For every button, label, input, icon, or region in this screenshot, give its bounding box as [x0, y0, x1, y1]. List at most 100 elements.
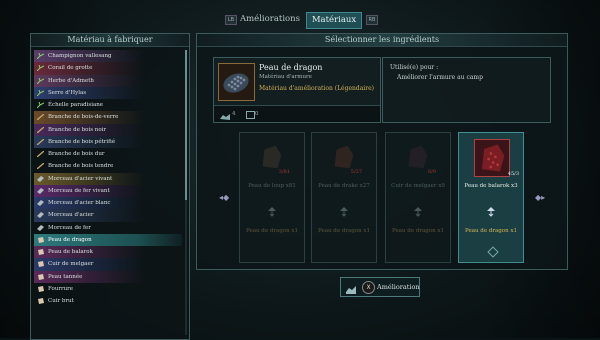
- material-list-item-label: Morceau d'acier blanc: [48, 200, 111, 206]
- material-stats: 4 0: [214, 105, 380, 122]
- material-list-item[interactable]: Peau de balarok: [34, 246, 182, 259]
- ingredients-title: Sélectionner les ingrédients: [197, 34, 567, 47]
- material-list-item[interactable]: Champignon vallesang: [34, 50, 182, 63]
- hide-icon: [37, 249, 44, 255]
- material-list-item[interactable]: Herbe d'Admeth: [34, 74, 182, 87]
- plant-icon: [37, 65, 44, 72]
- metal-icon: [37, 200, 44, 206]
- material-rarity: Matériau d'amélioration (Légendaire): [259, 85, 374, 92]
- material-list-item-label: Morceau d'acier vivant: [48, 175, 113, 182]
- material-list-item[interactable]: Cuir de melgaer: [34, 258, 182, 271]
- material-list-item[interactable]: Peau tannée: [34, 270, 182, 283]
- material-list-item[interactable]: Branche de bois noir: [34, 123, 182, 136]
- hide-icon: [37, 273, 44, 280]
- recipe-result: Peau de dragon x1: [465, 228, 517, 234]
- owned-icon: [220, 111, 230, 120]
- material-list-item-label: Peau de balarok: [48, 249, 93, 255]
- recipe-result: Peau de dragon x1: [392, 228, 444, 234]
- scrollbar[interactable]: [185, 50, 187, 335]
- usage-label: Utilisé(e) pour :: [390, 64, 439, 71]
- upgrade-button[interactable]: X Amélioration: [340, 277, 420, 297]
- lb-key-icon[interactable]: LB: [225, 15, 237, 25]
- recipe-card[interactable]: 3/81 Peau de loup x81 Peau de dragon x1: [239, 132, 305, 263]
- material-type: Matériau d'armure: [259, 74, 312, 80]
- upgrade-icon: [345, 281, 357, 294]
- recipe-card[interactable]: 6/9 Cuir de melgaer x9 Peau de dragon x1: [385, 132, 451, 263]
- material-list-item[interactable]: Échelle paradisiane: [34, 99, 182, 111]
- material-list-item[interactable]: Corail de grotte: [34, 62, 182, 75]
- ingredients-panel: Sélectionner les ingrédients Peau de dra…: [196, 33, 568, 270]
- recipe-card[interactable]: 5/27 Peau de drake x27 Peau de dragon x1: [311, 132, 377, 263]
- material-list-item[interactable]: Morceau d'acier vivant: [34, 172, 182, 185]
- ingredient-count: 3/81: [278, 169, 290, 175]
- material-list-item-label: Branche de bois noir: [48, 126, 107, 133]
- metal-icon: [37, 187, 44, 194]
- material-list-panel: Matériau à fabriquer Champignon vallesan…: [30, 33, 190, 340]
- material-list-item-label: Cuir brut: [48, 298, 74, 304]
- ingredient-name: Cuir de melgaer x9: [391, 183, 445, 189]
- material-list-item-label: Morceau de fer vivant: [48, 187, 110, 194]
- owned-count: 4: [232, 111, 236, 117]
- material-list-item-label: Serre d'Hylas: [48, 89, 87, 96]
- branch-icon: [37, 138, 44, 145]
- upgrade-label: Amélioration: [377, 283, 420, 291]
- material-list-title: Matériau à fabriquer: [31, 34, 189, 47]
- ingredient-count: 6/9: [427, 169, 436, 175]
- ingredient-name: Peau de balarok x3: [464, 183, 518, 189]
- tab-materiaux[interactable]: Matériaux: [306, 12, 362, 29]
- scrollbar-thumb[interactable]: [185, 50, 187, 200]
- next-arrow-icon[interactable]: ◆▸: [535, 193, 545, 202]
- ingredient-count: 45/3: [507, 171, 519, 177]
- plant-icon: [37, 77, 44, 84]
- material-list-item[interactable]: Branche de bois dur: [34, 148, 182, 160]
- material-list-item-label: Herbe d'Admeth: [48, 77, 94, 84]
- material-name: Peau de dragon: [259, 63, 323, 72]
- material-list-item-label: Fourrure: [48, 285, 74, 292]
- crafted-count: 0: [255, 111, 259, 117]
- material-list: Champignon vallesang Corail de grotte Herb…: [34, 50, 182, 307]
- ingredient-icon: [474, 139, 510, 177]
- material-list-item[interactable]: Serre d'Hylas: [34, 86, 182, 99]
- x-button-icon: X: [362, 281, 375, 294]
- material-list-item[interactable]: Cuir brut: [34, 295, 182, 307]
- material-list-item-label: Branche de bois-de-verre: [48, 114, 119, 121]
- material-list-item-label: Morceau d'acier: [48, 212, 94, 219]
- hide-icon: [37, 261, 44, 268]
- hide-icon: [37, 236, 44, 243]
- plant-icon: [37, 53, 44, 59]
- material-list-item-label: Peau de dragon: [48, 236, 92, 243]
- tab-bar: LB Améliorations Matériaux RB: [0, 12, 600, 29]
- convert-arrow-icon: [337, 203, 351, 217]
- branch-icon: [37, 163, 44, 170]
- prev-arrow-icon[interactable]: ◂◆: [219, 193, 229, 202]
- material-list-item-label: Échelle paradisiane: [48, 102, 104, 108]
- material-list-item-label: Branche de bois dur: [48, 151, 105, 157]
- material-list-item[interactable]: Morceau d'acier: [34, 209, 182, 222]
- material-list-item[interactable]: Branche de bois tendre: [34, 160, 182, 172]
- usage-value: Améliorer l'armure au camp: [397, 74, 483, 81]
- branch-icon: [37, 151, 44, 157]
- branch-icon: [37, 126, 44, 133]
- metal-icon: [37, 212, 44, 219]
- metal-icon: [37, 224, 44, 231]
- ingredient-name: Peau de loup x81: [248, 183, 296, 189]
- material-list-item[interactable]: Branche de bois pétrifié: [34, 135, 182, 148]
- metal-icon: [37, 175, 44, 182]
- rb-key-icon[interactable]: RB: [366, 15, 378, 25]
- material-list-item[interactable]: Morceau de fer: [34, 222, 182, 234]
- convert-arrow-icon: [411, 203, 425, 217]
- material-list-item[interactable]: Branche de bois-de-verre: [34, 111, 182, 124]
- material-list-item[interactable]: Morceau d'acier blanc: [34, 197, 182, 210]
- convert-arrow-icon: [265, 203, 279, 217]
- tab-ameliorations[interactable]: Améliorations: [238, 12, 302, 27]
- material-list-item-label: Branche de bois tendre: [48, 163, 114, 170]
- material-list-item[interactable]: Peau de dragon: [34, 233, 182, 246]
- plant-icon: [37, 102, 44, 108]
- recipe-card[interactable]: 45/3 Peau de balarok x3 Peau de dragon x1: [458, 132, 524, 263]
- crafted-icon: [246, 111, 255, 119]
- material-list-item-label: Corail de grotte: [48, 65, 93, 72]
- material-list-item[interactable]: Fourrure: [34, 283, 182, 295]
- material-list-item[interactable]: Morceau de fer vivant: [34, 184, 182, 197]
- recipe-result: Peau de dragon x1: [246, 228, 298, 234]
- ingredient-count: 5/27: [350, 169, 362, 175]
